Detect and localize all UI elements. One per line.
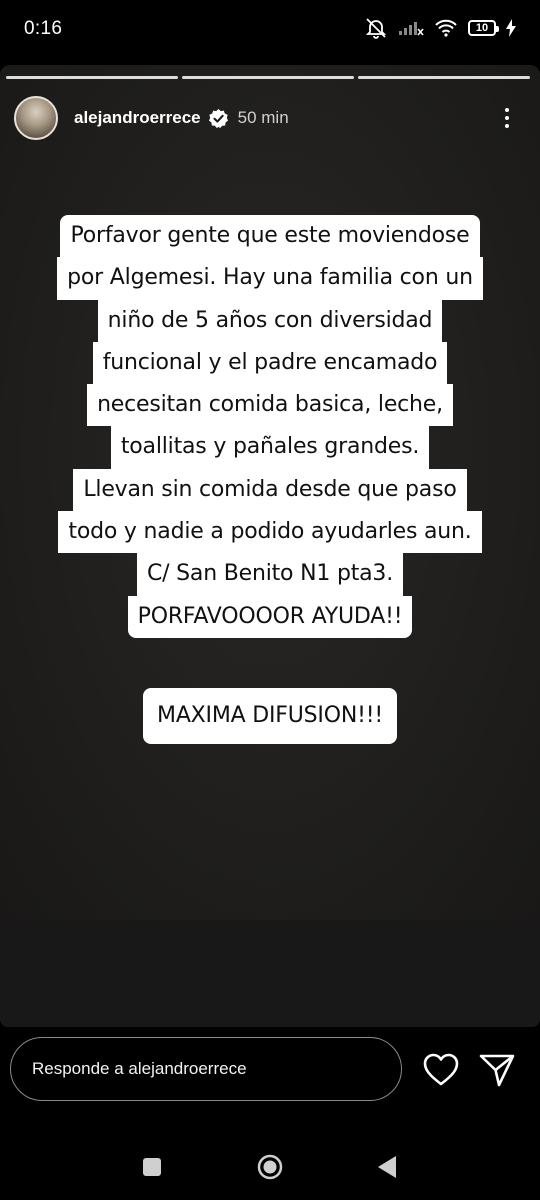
back-button-icon[interactable] — [377, 1155, 397, 1179]
story-text-line: por Algemesi. Hay una familia con un — [57, 257, 483, 300]
username[interactable]: alejandroerrece — [74, 108, 201, 128]
more-options-icon[interactable] — [502, 99, 512, 137]
post-time: 50 min — [237, 108, 289, 127]
story-text-line: todo y nadie a podido ayudarles aun. — [58, 511, 482, 554]
status-icons: 10 — [364, 17, 516, 39]
charging-icon — [506, 19, 516, 37]
reply-placeholder: Responde a alejandroerrece — [32, 1059, 247, 1078]
story-text-line: necesitan comida basica, leche, — [87, 384, 453, 427]
progress-segment — [182, 76, 354, 79]
status-time: 0:16 — [24, 18, 63, 39]
story-viewer[interactable]: alejandroerrece 50 min Porfavor gente qu… — [0, 65, 540, 1027]
heart-icon[interactable] — [421, 1050, 461, 1090]
story-text-line: toallitas y pañales grandes. — [110, 426, 430, 469]
story-text: Porfavor gente que este moviendose por A… — [0, 215, 540, 638]
story-text-line: funcional y el padre encamado — [92, 341, 448, 385]
verified-badge-icon — [208, 108, 228, 128]
wifi-icon — [435, 19, 457, 37]
battery-level: 10 — [475, 22, 489, 34]
story-text-line: Porfavor gente que este moviendose — [60, 215, 480, 258]
highlight-text: MAXIMA DIFUSION!!! — [143, 688, 397, 744]
story-text-line: niño de 5 años con diversidad — [97, 299, 443, 342]
story-header: alejandroerrece 50 min — [14, 93, 526, 143]
story-highlight-text: MAXIMA DIFUSION!!! — [0, 688, 540, 744]
progress-segment — [6, 76, 178, 79]
battery-icon: 10 — [468, 20, 499, 36]
story-text-line: PORFAVOOOOR AYUDA!! — [127, 595, 413, 638]
avatar[interactable] — [14, 96, 58, 140]
story-text-line: C/ San Benito N1 pta3. — [136, 553, 404, 596]
home-button-icon[interactable] — [257, 1154, 283, 1180]
recent-apps-button[interactable] — [143, 1158, 161, 1176]
signal-icon — [399, 22, 424, 36]
progress-segment-current — [358, 76, 530, 79]
status-bar: 0:16 10 — [0, 0, 540, 62]
story-text-line: Llevan sin comida desde que paso — [73, 468, 467, 512]
reply-input[interactable]: Responde a alejandroerrece — [10, 1037, 402, 1101]
story-bottom-area — [0, 920, 540, 1027]
story-progress-bar — [6, 76, 530, 79]
send-icon[interactable] — [477, 1050, 517, 1090]
mute-icon — [365, 18, 387, 39]
